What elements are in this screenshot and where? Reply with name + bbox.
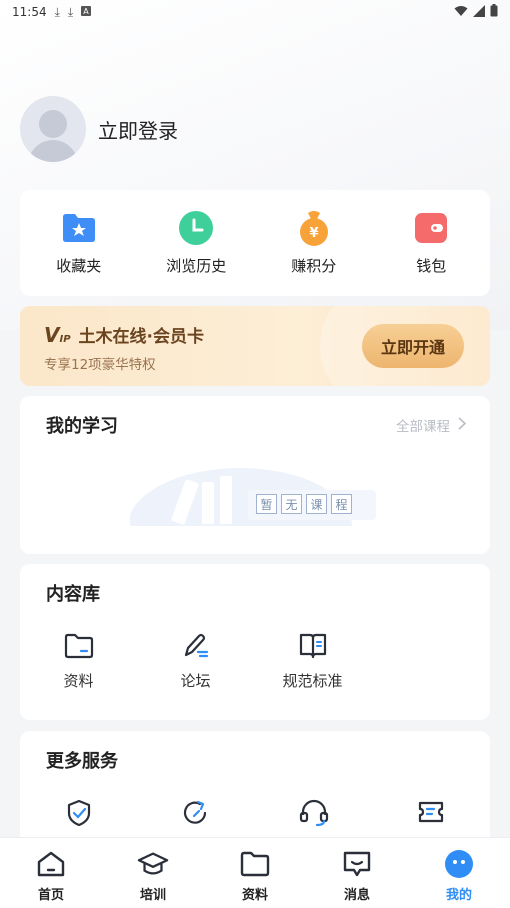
quick-wallet-label: 钱包 bbox=[416, 256, 447, 275]
tab-materials-label: 资料 bbox=[241, 888, 268, 903]
content-item-materials[interactable]: 资料 bbox=[20, 630, 137, 691]
graduation-cap-icon bbox=[137, 848, 169, 880]
headset-icon bbox=[299, 799, 329, 831]
vip-open-button[interactable]: 立即开通 bbox=[362, 324, 464, 368]
wallet-icon bbox=[414, 211, 448, 245]
more-services-card: 更多服务 bbox=[20, 731, 490, 851]
signal-icon bbox=[473, 4, 485, 20]
tab-materials[interactable]: 资料 bbox=[205, 848, 305, 903]
avatar[interactable] bbox=[20, 96, 86, 162]
vip-subtitle: 专享12项豪华特权 bbox=[44, 357, 156, 373]
battery-icon bbox=[490, 4, 498, 20]
quick-earn-points[interactable]: ¥ 赚积分 bbox=[259, 210, 369, 276]
service-customer-support[interactable] bbox=[259, 799, 369, 831]
quick-favorites[interactable]: 收藏夹 bbox=[24, 211, 134, 276]
content-library-card: 内容库 资料 论坛 规范标准 bbox=[20, 564, 490, 720]
service-ticket[interactable] bbox=[376, 799, 486, 831]
status-bar: 11:54 ⤓ ⤓ A bbox=[0, 0, 510, 24]
content-item-forum-label: 论坛 bbox=[180, 672, 211, 690]
quick-wallet[interactable]: 钱包 bbox=[376, 211, 486, 276]
login-label[interactable]: 立即登录 bbox=[98, 115, 178, 144]
content-item-forum[interactable]: 论坛 bbox=[137, 630, 254, 691]
smiley-icon bbox=[443, 848, 475, 880]
svg-text:A: A bbox=[83, 7, 89, 16]
all-courses-label[interactable]: 全部课程 bbox=[396, 415, 450, 435]
notification-a-icon: A bbox=[81, 5, 92, 19]
content-item-standards-label: 规范标准 bbox=[282, 672, 343, 690]
vip-title-text: 土木在线·会员卡 bbox=[78, 327, 205, 347]
folder-icon bbox=[239, 848, 271, 880]
wifi-icon bbox=[454, 5, 468, 20]
chevron-right-icon bbox=[458, 416, 467, 434]
vip-title: VIP 土木在线·会员卡 bbox=[44, 322, 205, 348]
clock-icon bbox=[179, 210, 214, 245]
my-study-title: 我的学习 bbox=[46, 416, 118, 437]
quick-earn-points-label: 赚积分 bbox=[291, 256, 337, 275]
status-time: 11:54 bbox=[12, 5, 47, 19]
folder-star-icon bbox=[62, 211, 96, 245]
quick-actions-card: 收藏夹 浏览历史 ¥ 赚积分 钱包 bbox=[20, 190, 490, 296]
content-item-materials-label: 资料 bbox=[63, 672, 94, 690]
empty-char-2: 无 bbox=[281, 494, 302, 514]
tab-training[interactable]: 培训 bbox=[103, 848, 203, 903]
tab-messages[interactable]: 消息 bbox=[307, 848, 407, 903]
vip-logo: VIP bbox=[44, 322, 71, 347]
empty-char-3: 课 bbox=[306, 494, 327, 514]
empty-courses-illustration: 暂 无 课 程 bbox=[130, 462, 390, 526]
quick-favorites-label: 收藏夹 bbox=[56, 256, 102, 275]
tab-messages-label: 消息 bbox=[343, 888, 370, 903]
empty-char-1: 暂 bbox=[256, 494, 277, 514]
all-courses-link[interactable]: 全部课程 bbox=[396, 415, 467, 435]
bottom-tab-bar: 首页 培训 资料 消息 我的 bbox=[0, 838, 510, 908]
home-icon bbox=[35, 848, 67, 880]
download-icon: ⤓ bbox=[54, 4, 60, 19]
book-icon bbox=[297, 630, 329, 662]
tab-mine[interactable]: 我的 bbox=[409, 848, 509, 903]
quick-history-label: 浏览历史 bbox=[166, 256, 227, 275]
content-item-standards[interactable]: 规范标准 bbox=[254, 630, 371, 691]
profile-login[interactable]: 立即登录 bbox=[20, 96, 178, 162]
refresh-arrow-icon bbox=[182, 799, 210, 831]
service-refresh[interactable] bbox=[141, 799, 251, 831]
tab-home[interactable]: 首页 bbox=[1, 848, 101, 903]
service-security[interactable] bbox=[24, 799, 134, 831]
folder-icon bbox=[63, 630, 95, 662]
download-icon: ⤓ bbox=[67, 4, 74, 19]
vip-banner[interactable]: VIP 土木在线·会员卡 专享12项豪华特权 立即开通 bbox=[20, 306, 490, 386]
tab-home-label: 首页 bbox=[37, 888, 64, 903]
my-study-card: 我的学习 全部课程 暂 无 课 程 bbox=[20, 396, 490, 554]
ticket-icon bbox=[417, 799, 445, 831]
shield-check-icon bbox=[66, 799, 92, 831]
tab-mine-label: 我的 bbox=[445, 888, 472, 903]
message-icon bbox=[341, 848, 373, 880]
more-services-title: 更多服务 bbox=[46, 751, 118, 772]
tab-training-label: 培训 bbox=[139, 888, 166, 903]
pen-icon bbox=[180, 630, 212, 662]
empty-char-4: 程 bbox=[331, 494, 352, 514]
svg-text:¥: ¥ bbox=[309, 226, 318, 241]
money-bag-icon: ¥ bbox=[297, 210, 331, 246]
quick-history[interactable]: 浏览历史 bbox=[141, 210, 251, 276]
content-library-title: 内容库 bbox=[46, 584, 100, 605]
